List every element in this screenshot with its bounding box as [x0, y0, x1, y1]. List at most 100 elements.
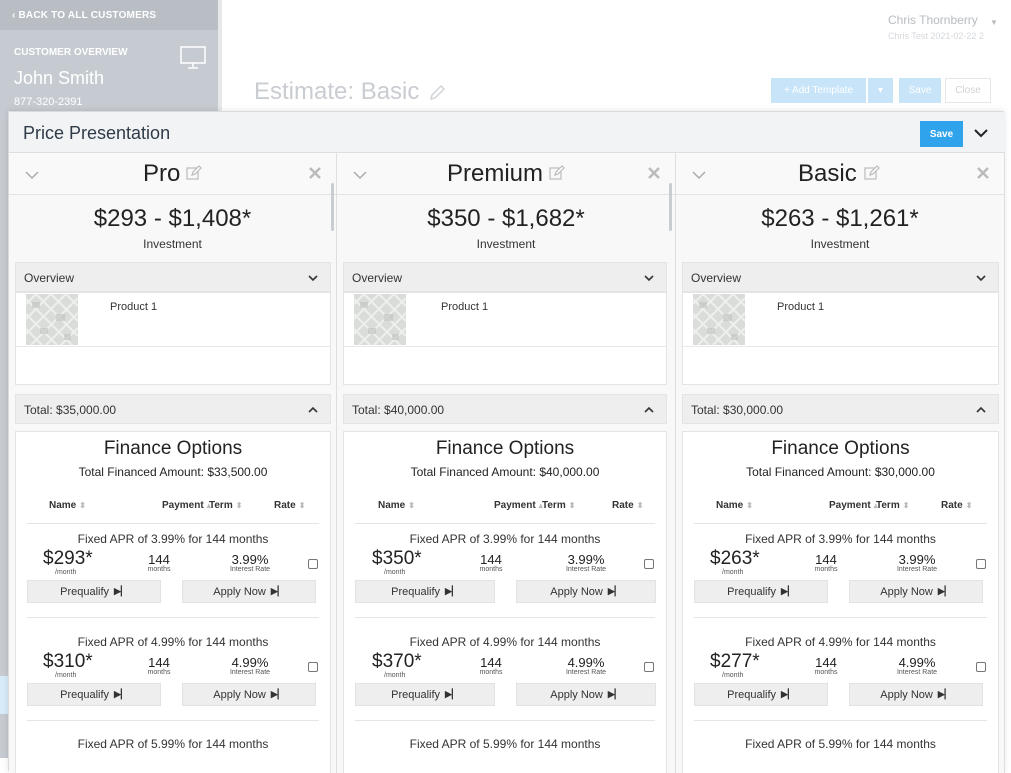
- chevron-down-icon[interactable]: [692, 168, 706, 182]
- sort-icon[interactable]: ⬍: [903, 501, 910, 510]
- user-name[interactable]: Chris Thornberry: [888, 13, 978, 27]
- close-icon[interactable]: [647, 166, 661, 180]
- apply-now-button[interactable]: Apply Now ▶▏: [182, 683, 316, 706]
- overview-label: Overview: [24, 271, 75, 285]
- monthly-payment: $263*: [710, 548, 760, 569]
- divider: [694, 720, 987, 721]
- apply-now-button[interactable]: Apply Now ▶▏: [182, 580, 316, 603]
- apply-now-button[interactable]: Apply Now ▶▏: [516, 683, 656, 706]
- column-header-payment[interactable]: Payment ▴: [162, 500, 211, 511]
- close-icon[interactable]: [308, 166, 322, 180]
- price-presentation-modal: Price Presentation Save Pro $293 - $1,408…: [8, 111, 1005, 773]
- prequalify-button[interactable]: Prequalify ▶▏: [694, 683, 828, 706]
- background-close-button[interactable]: Close: [945, 78, 991, 103]
- column-header-label: Payment: [162, 500, 204, 511]
- add-template-button[interactable]: + Add Template: [771, 78, 866, 103]
- product-name[interactable]: Product 1: [777, 301, 824, 313]
- back-to-customers-link[interactable]: ‹ BACK TO ALL CUSTOMERS: [0, 0, 218, 30]
- product-name[interactable]: Product 1: [110, 301, 157, 313]
- apply-now-button[interactable]: Apply Now ▶▏: [516, 580, 656, 603]
- per-month-label: /month: [55, 569, 77, 576]
- prequalify-label: Prequalify: [727, 688, 777, 701]
- column-header-payment[interactable]: Payment ▴: [494, 500, 543, 511]
- package-column: Basic $263 - $1,261* Investment Overview Pr…: [676, 153, 1005, 773]
- finance-option-title: Fixed APR of 5.99% for 144 months: [409, 737, 601, 751]
- months-label: months: [147, 566, 171, 573]
- chevron-down-icon[interactable]: [25, 168, 39, 182]
- option-checkbox[interactable]: [308, 559, 318, 569]
- column-header-term[interactable]: Term ⬍: [542, 500, 575, 511]
- sort-icon[interactable]: ⬍: [569, 501, 576, 510]
- option-checkbox[interactable]: [976, 559, 986, 569]
- edit-icon[interactable]: [549, 165, 565, 181]
- background-save-button[interactable]: Save: [899, 78, 941, 103]
- add-template-dropdown-icon[interactable]: ▾: [868, 78, 893, 103]
- sort-icon[interactable]: ⬍: [746, 501, 753, 510]
- modal-save-button[interactable]: Save: [920, 121, 963, 147]
- finance-option-title: Fixed APR of 4.99% for 144 months: [77, 635, 269, 649]
- chevron-up-icon[interactable]: [306, 403, 320, 417]
- prequalify-button[interactable]: Prequalify ▶▏: [27, 580, 161, 603]
- prequalify-button[interactable]: Prequalify ▶▏: [355, 580, 495, 603]
- prequalify-button[interactable]: Prequalify ▶▏: [694, 580, 828, 603]
- edit-icon[interactable]: [186, 165, 202, 181]
- total-bar[interactable]: Total: $35,000.00: [15, 394, 331, 424]
- chevron-up-icon[interactable]: [974, 403, 988, 417]
- sort-icon[interactable]: ⬍: [236, 501, 243, 510]
- chevron-down-icon[interactable]: [642, 271, 656, 285]
- edit-icon[interactable]: [864, 165, 880, 181]
- product-name[interactable]: Product 1: [441, 301, 488, 313]
- finance-option-title: Fixed APR of 5.99% for 144 months: [745, 737, 936, 751]
- column-header-term[interactable]: Term ⬍: [209, 500, 242, 511]
- total-bar[interactable]: Total: $40,000.00: [343, 394, 667, 424]
- column-header-rate[interactable]: Rate ⬍: [274, 500, 305, 511]
- interest-rate-value: 4.99%: [231, 655, 269, 670]
- close-icon[interactable]: [976, 166, 990, 180]
- option-checkbox[interactable]: [644, 559, 654, 569]
- column-header-name[interactable]: Name ⬍: [716, 500, 753, 511]
- sort-icon[interactable]: ⬍: [966, 501, 973, 510]
- overview-bar[interactable]: Overview: [343, 262, 667, 292]
- term-value: 144: [148, 552, 170, 567]
- per-month-label: /month: [722, 672, 744, 679]
- option-checkbox[interactable]: [976, 662, 986, 672]
- option-checkbox[interactable]: [308, 662, 318, 672]
- pencil-icon[interactable]: [428, 82, 448, 102]
- overview-bar[interactable]: Overview: [682, 262, 999, 292]
- finance-option-title: Fixed APR of 4.99% for 144 months: [745, 635, 936, 649]
- prequalify-button[interactable]: Prequalify ▶▏: [27, 683, 161, 706]
- monitor-icon[interactable]: [180, 46, 206, 70]
- sort-icon[interactable]: ⬍: [299, 501, 306, 510]
- total-financed-amount: Total Financed Amount: $30,000.00: [746, 465, 935, 479]
- product-list: Product 1: [682, 292, 999, 385]
- column-header-name[interactable]: Name ⬍: [49, 500, 86, 511]
- column-header-name[interactable]: Name ⬍: [378, 500, 415, 511]
- chevron-down-icon[interactable]: [973, 125, 989, 141]
- divider: [683, 346, 998, 347]
- months-label: months: [814, 669, 838, 676]
- column-header-rate[interactable]: Rate ⬍: [612, 500, 643, 511]
- user-menu-caret-icon[interactable]: ▼: [990, 18, 998, 27]
- chevron-down-icon[interactable]: [306, 271, 320, 285]
- sort-icon[interactable]: ⬍: [637, 501, 644, 510]
- prequalify-button[interactable]: Prequalify ▶▏: [355, 683, 495, 706]
- months-label: months: [814, 566, 838, 573]
- column-header-term[interactable]: Term ⬍: [876, 500, 909, 511]
- chevron-up-icon[interactable]: [642, 403, 656, 417]
- sort-icon[interactable]: ⬍: [408, 501, 415, 510]
- column-header-rate[interactable]: Rate ⬍: [941, 500, 972, 511]
- apply-now-button[interactable]: Apply Now ▶▏: [849, 683, 983, 706]
- monthly-payment: $310*: [43, 651, 93, 672]
- finance-options: Finance Options Total Financed Amount: $4…: [343, 431, 667, 773]
- apply-now-button[interactable]: Apply Now ▶▏: [849, 580, 983, 603]
- chevron-down-icon[interactable]: [353, 168, 367, 182]
- chevron-down-icon[interactable]: [974, 271, 988, 285]
- interest-rate-value: 3.99%: [567, 552, 605, 567]
- product-list: Product 1: [15, 292, 331, 385]
- sort-icon[interactable]: ⬍: [79, 501, 86, 510]
- total-financed-amount: Total Financed Amount: $40,000.00: [410, 465, 600, 479]
- column-header-payment[interactable]: Payment ▴: [829, 500, 878, 511]
- total-bar[interactable]: Total: $30,000.00: [682, 394, 999, 424]
- overview-bar[interactable]: Overview: [15, 262, 331, 292]
- option-checkbox[interactable]: [644, 662, 654, 672]
